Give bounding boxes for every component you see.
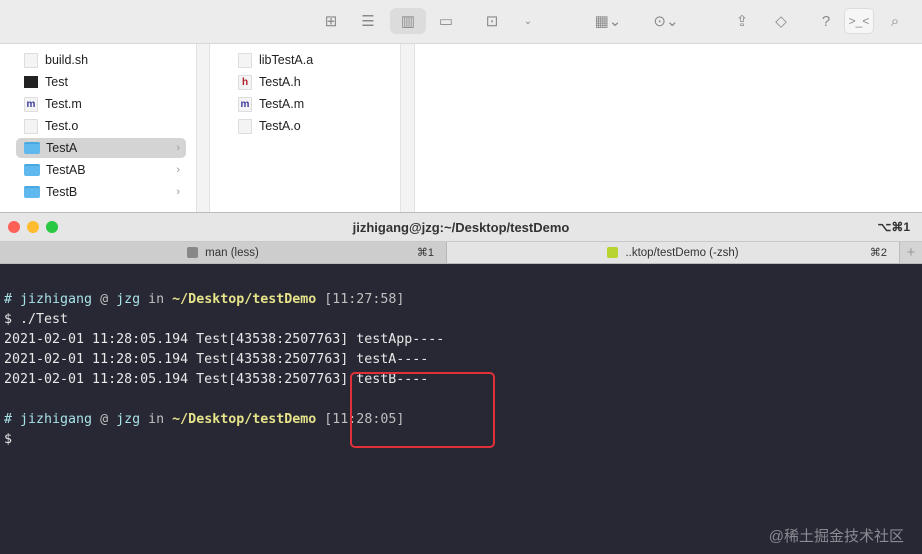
file-item[interactable]: libTestA.a (230, 50, 390, 70)
file-item[interactable]: build.sh (16, 50, 186, 70)
help-icon[interactable]: ? (816, 8, 836, 34)
file-name: build.sh (45, 53, 89, 67)
tab-zsh[interactable]: ..ktop/testDemo (-zsh) ⌘2 (447, 242, 899, 263)
column-divider[interactable] (196, 44, 210, 212)
group-icon[interactable]: ▦⌄ (588, 8, 628, 34)
folder-icon (24, 186, 40, 198)
zoom-button[interactable] (46, 221, 58, 233)
list-view-icon[interactable]: ☰ (355, 8, 381, 34)
file-item[interactable]: TestB › (16, 182, 186, 202)
search-icon[interactable]: ⌕ (882, 8, 908, 34)
header-file-icon: h (238, 74, 252, 90)
terminal-output[interactable]: # jizhigang @ jzg in ~/Desktop/testDemo … (0, 264, 922, 450)
document-icon (24, 118, 38, 134)
terminal-tabs: man (less) ⌘1 ..ktop/testDemo (-zsh) ⌘2 … (0, 241, 922, 264)
file-name: Test.m (45, 97, 82, 111)
finder-toolbar: ⊞ ☰ ▥ ▭ ⊡ ⌄ ▦⌄ ⊙⌄ ⇪ ◇ ? >_< ⌕ (0, 0, 922, 44)
gallery-view-icon[interactable]: ▭ (432, 8, 460, 34)
file-name: TestB (46, 185, 78, 199)
document-icon (24, 52, 38, 68)
folder-icon (24, 164, 40, 176)
objc-file-icon: m (238, 96, 252, 112)
file-name: libTestA.a (259, 53, 314, 67)
file-name: TestA.o (259, 119, 301, 133)
file-name: TestA.m (259, 97, 305, 111)
log-line: 2021-02-01 11:28:05.194 Test[43538:25077… (4, 332, 445, 347)
new-tab-button[interactable]: + (899, 242, 922, 263)
highlight-box (350, 372, 495, 448)
tab-shortcut: ⌘2 (869, 247, 887, 259)
file-item[interactable]: m Test.m (16, 94, 186, 114)
grid-view-icon[interactable]: ⊞ (318, 8, 344, 34)
chevron-right-icon: › (176, 164, 180, 176)
close-button[interactable] (8, 221, 20, 233)
command-line: $ ./Test (4, 312, 69, 327)
tab-label: ..ktop/testDemo (-zsh) (625, 246, 739, 259)
tab-man[interactable]: man (less) ⌘1 (0, 242, 447, 263)
log-line: 2021-02-01 11:28:05.194 Test[43538:25077… (4, 352, 429, 367)
objc-file-icon: m (24, 96, 38, 112)
minimize-button[interactable] (27, 221, 39, 233)
file-item[interactable]: TestA › (16, 138, 186, 158)
file-name: Test (45, 75, 68, 89)
window-title: jizhigang@jzg:~/Desktop/testDemo (352, 219, 570, 235)
file-item[interactable]: Test (16, 72, 186, 92)
column-view-icon[interactable]: ▥ (390, 8, 426, 34)
finder-column-3 (415, 44, 922, 212)
file-item[interactable]: Test.o (16, 116, 186, 136)
document-icon (238, 52, 252, 68)
file-item[interactable]: m TestA.m (230, 94, 390, 114)
terminal-titlebar: jizhigang@jzg:~/Desktop/testDemo ⌥⌘1 (0, 213, 922, 241)
terminal-action-icon[interactable]: ⊡ (478, 8, 506, 34)
tag-icon[interactable]: ◇ (768, 8, 794, 34)
executable-icon (24, 76, 38, 88)
more-icon[interactable]: ⊙⌄ (646, 8, 686, 34)
file-name: TestAB (46, 163, 86, 177)
document-icon (238, 118, 252, 134)
file-name: Test.o (45, 119, 79, 133)
terminal-icon[interactable]: >_< (844, 8, 874, 34)
finder-browser: build.sh Test m Test.m Test.o TestA › TestAB › Te… (0, 44, 922, 212)
chevron-right-icon: › (176, 142, 180, 154)
column-divider[interactable] (400, 44, 415, 212)
window-shortcut: ⌥⌘1 (877, 220, 910, 234)
prompt-line: # jizhigang @ jzg in ~/Desktop/testDemo … (4, 292, 405, 307)
file-item[interactable]: h TestA.h (230, 72, 390, 92)
watermark: @稀土掘金技术社区 (768, 528, 904, 545)
file-item[interactable]: TestAB › (16, 160, 186, 180)
share-icon[interactable]: ⇪ (730, 8, 754, 34)
file-item[interactable]: TestA.o (230, 116, 390, 136)
terminal-window: jizhigang@jzg:~/Desktop/testDemo ⌥⌘1 man… (0, 212, 922, 554)
finder-column-2: libTestA.a h TestA.h m TestA.m TestA.o (210, 44, 400, 212)
file-name: TestA.h (259, 75, 301, 89)
magnifier-icon (187, 247, 199, 258)
folder-icon (24, 142, 40, 154)
finder-column-1: build.sh Test m Test.m Test.o TestA › TestAB › Te… (0, 44, 196, 212)
chevron-down-icon[interactable]: ⌄ (520, 8, 536, 34)
file-name: TestA (46, 141, 78, 155)
chevron-right-icon: › (176, 186, 180, 198)
tab-shortcut: ⌘1 (416, 247, 434, 259)
shell-icon (607, 247, 619, 258)
tab-label: man (less) (205, 246, 259, 259)
